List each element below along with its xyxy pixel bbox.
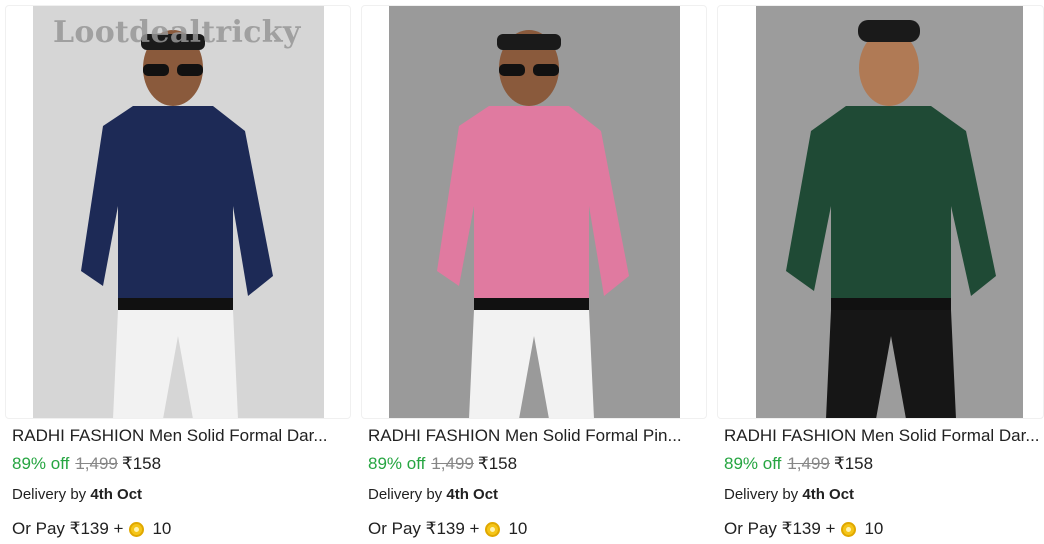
product-image[interactable] (756, 6, 1023, 418)
delivery-date: 4th Oct (446, 486, 499, 503)
delivery-label: Delivery by (724, 486, 799, 503)
selling-price: ₹158 (477, 454, 518, 473)
product-grid: Lootdealtricky RADHI FASHION Men Solid F… (0, 0, 1044, 544)
coin-count: 10 (152, 519, 172, 538)
selling-price: ₹158 (833, 454, 874, 473)
delivery-label: Delivery by (12, 486, 87, 503)
delivery-info: Delivery by 4th Oct (724, 486, 854, 503)
original-price: 1,499 (75, 454, 118, 473)
price-row: 89% off 1,499 ₹158 (724, 454, 873, 474)
product-title[interactable]: RADHI FASHION Men Solid Formal Pin... (368, 426, 704, 446)
delivery-date: 4th Oct (90, 486, 143, 503)
price-row: 89% off 1,499 ₹158 (12, 454, 161, 474)
coin-pay-offer: Or Pay ₹139 + 10 (724, 519, 883, 539)
supercoin-icon (485, 521, 501, 537)
coin-pay-offer: Or Pay ₹139 + 10 (12, 519, 171, 539)
product-card[interactable]: RADHI FASHION Men Solid Formal Pin... 89… (361, 0, 707, 544)
shirt-model-image (33, 6, 324, 418)
product-image-frame[interactable]: Lootdealtricky (5, 5, 351, 419)
pay-text: Or Pay ₹139 + (368, 519, 480, 538)
supercoin-icon (129, 521, 145, 537)
watermark: Lootdealtricky (53, 15, 301, 50)
product-image-frame[interactable] (717, 5, 1044, 419)
pay-text: Or Pay ₹139 + (12, 519, 124, 538)
product-title[interactable]: RADHI FASHION Men Solid Formal Dar... (12, 426, 348, 446)
coin-count: 10 (864, 519, 884, 538)
product-card[interactable]: Lootdealtricky RADHI FASHION Men Solid F… (5, 0, 351, 544)
delivery-info: Delivery by 4th Oct (12, 486, 142, 503)
discount-label: 89% off (368, 454, 426, 473)
coin-pay-offer: Or Pay ₹139 + 10 (368, 519, 527, 539)
product-image[interactable] (33, 6, 324, 418)
price-row: 89% off 1,499 ₹158 (368, 454, 517, 474)
product-image-frame[interactable] (361, 5, 707, 419)
pay-text: Or Pay ₹139 + (724, 519, 836, 538)
product-image[interactable] (389, 6, 680, 418)
product-title[interactable]: RADHI FASHION Men Solid Formal Dar... (724, 426, 1041, 446)
product-card[interactable]: RADHI FASHION Men Solid Formal Dar... 89… (717, 0, 1044, 544)
delivery-label: Delivery by (368, 486, 443, 503)
coin-count: 10 (508, 519, 528, 538)
delivery-date: 4th Oct (802, 486, 855, 503)
discount-label: 89% off (724, 454, 782, 473)
shirt-model-image (756, 6, 1023, 418)
delivery-info: Delivery by 4th Oct (368, 486, 498, 503)
original-price: 1,499 (431, 454, 474, 473)
original-price: 1,499 (787, 454, 830, 473)
shirt-model-image (389, 6, 680, 418)
selling-price: ₹158 (121, 454, 162, 473)
supercoin-icon (841, 521, 857, 537)
discount-label: 89% off (12, 454, 70, 473)
